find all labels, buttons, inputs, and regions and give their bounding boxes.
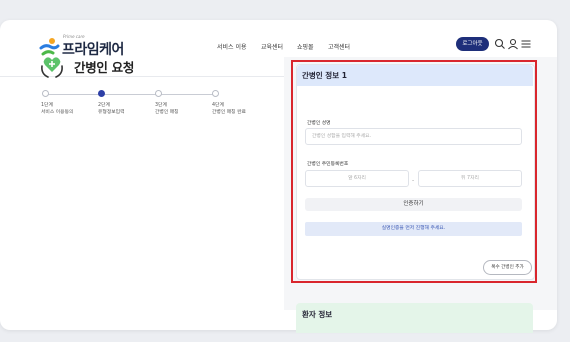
highlight-outline — [291, 60, 537, 283]
patient-card-title: 환자 정보 — [302, 310, 333, 319]
menu-icon[interactable] — [520, 38, 532, 50]
step-dot-3 — [155, 90, 162, 97]
logout-button[interactable]: 로그아웃 — [456, 37, 489, 51]
user-icon[interactable] — [507, 38, 519, 50]
nav-shop[interactable]: 쇼핑몰 — [297, 42, 314, 51]
logo-text: 프라임케어 — [62, 42, 124, 58]
step-4-label: 간병인 매칭 완료 — [212, 110, 246, 115]
step-2-number: 2단계 — [98, 103, 110, 108]
step-1-label: 서비스 이용동의 — [41, 110, 74, 115]
step-dot-4 — [212, 90, 219, 97]
stepper-track — [46, 94, 216, 95]
step-dot-2 — [98, 90, 105, 97]
step-3-label: 간병인 매칭 — [155, 110, 179, 115]
nav-support[interactable]: 고객센터 — [328, 42, 350, 51]
search-icon[interactable] — [494, 38, 506, 50]
step-4-number: 4단계 — [212, 103, 224, 108]
caregiver-heart-icon — [41, 57, 63, 78]
step-3-number: 3단계 — [155, 103, 167, 108]
nav-service[interactable]: 서비스 이용 — [217, 42, 247, 51]
page-title: 간병인 요청 — [74, 60, 135, 75]
step-dot-1 — [42, 90, 49, 97]
step-1-number: 1단계 — [41, 103, 53, 108]
nav-education[interactable]: 교육센터 — [261, 42, 283, 51]
step-2-label: 유형정보입력 — [98, 110, 125, 115]
